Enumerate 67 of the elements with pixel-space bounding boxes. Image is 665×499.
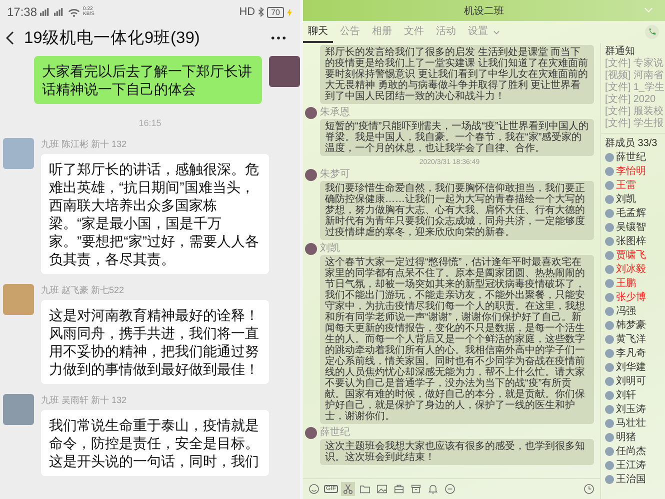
- chat-title: 19级机电一体化9班(39): [24, 28, 201, 49]
- image-icon[interactable]: [375, 482, 389, 496]
- minus-circle-icon[interactable]: [443, 482, 457, 496]
- member-name[interactable]: 明猪: [616, 430, 636, 444]
- avatar: [3, 138, 34, 169]
- sender-name: 朱梦可: [320, 169, 351, 180]
- sender-name: 薛世纪: [320, 427, 351, 438]
- window-title: 机设二班: [464, 4, 504, 18]
- scissors-icon[interactable]: [341, 482, 355, 496]
- avatar: [269, 56, 300, 87]
- more-icon[interactable]: [271, 36, 286, 40]
- bag-icon[interactable]: [392, 482, 406, 496]
- member-name[interactable]: 刘玉涛: [616, 402, 646, 416]
- avatar: [305, 169, 317, 181]
- sender-name: 刘凯: [320, 243, 341, 254]
- tab[interactable]: 聊天: [303, 21, 333, 43]
- message-bubble: 这次主题班会我想大家也应该有很多的感受，也学到很多知识。这次班会到此结束！: [320, 439, 594, 465]
- member-name[interactable]: 黄飞洋: [616, 332, 646, 346]
- sender-name: 九班 赵飞豪 新七522: [41, 284, 126, 297]
- message-bubble: 郑厅长的发言给我们了很多的启发 生活到处是课堂 而当下的疫情更是给我们上了一堂实建课 让我们知道了在灾难面前要时刻保持警惕意识 更让我们看到了中华儿女在灾难面前的大无畏精神 勇敢的与病毒做斗争并取得了胜利 更让世界看到了中国人民团结一致的决心和战斗力！: [320, 45, 594, 104]
- battery-level: 70: [267, 6, 284, 18]
- clock-icon[interactable]: [582, 482, 596, 496]
- message-time: 16:15: [138, 117, 162, 128]
- sender-name: 朱承恩: [320, 107, 351, 118]
- avatar: [305, 427, 317, 439]
- avatar: [305, 107, 317, 119]
- member-name[interactable]: 任尚杰: [616, 444, 646, 458]
- section-title: 群成员 33/3: [605, 137, 658, 150]
- message-bubble: 我们常说生命重于泰山，疫情就是命令，防控是责任，安全是目标。这是开头说的一句话，同时，我们: [41, 410, 269, 476]
- member-name[interactable]: 李凡奇: [616, 346, 646, 360]
- box-icon[interactable]: [409, 482, 423, 496]
- signal-icon: [40, 8, 52, 16]
- member-name[interactable]: 张图梓: [616, 234, 646, 248]
- signal-icon: [54, 8, 66, 16]
- message-bubble: 短暂的“疫情”只能吓到懦夫，一场战“疫”让世界看到中国人的脊梁。我是中国人，我自豪。一个春节，我在“家”感受家的温度，一个月的休息，也让我学会了自律、合作。: [320, 119, 594, 156]
- phone-icon[interactable]: [645, 25, 659, 39]
- member-name[interactable]: 韩梦豪: [616, 318, 646, 332]
- charging-icon: [287, 8, 292, 16]
- member-name[interactable]: 王江涛: [616, 458, 646, 472]
- member-name[interactable]: 吴镶智: [616, 220, 646, 234]
- avatar: [3, 394, 34, 425]
- member-name[interactable]: 刘明可: [616, 374, 646, 388]
- avatar: [305, 243, 317, 255]
- member-name[interactable]: 刘华建: [616, 360, 646, 374]
- sender-name: 九班 吴雨轩 新十 132: [41, 394, 128, 407]
- member-name[interactable]: 冯强: [616, 304, 636, 318]
- message-bubble: 听了郑厅长的讲话，感触很深。危难出英雄，“抗日期间”国难当头，西南联大培养出众多国家栋梁。“家是最小国，国是千万家。”要想把“家”过好，需要人人各负其责，各尽其责。: [41, 154, 269, 274]
- member-name[interactable]: 王治国: [616, 472, 646, 486]
- avatar: [3, 284, 34, 315]
- status-time: 17:38: [7, 5, 38, 19]
- message-bubble: 这是对河南教育精神最好的诠释！风雨同舟，携手共进，我们将一直用不妥协的精神，把我们能通过努力做到的事情做到最好做到最佳！: [41, 300, 269, 384]
- bell-icon[interactable]: [426, 482, 440, 496]
- member-name[interactable]: 刘轩: [616, 388, 636, 402]
- message-bubble: 这个春节大家一定过得“憋得慌”，估计逢年平时最喜欢宅在家里的同学都有点呆不住了。原本是阖家团圆、热热闹闹的节日气氛，却被一场突如其来的新型冠状病毒疫情破坏了，我们不能出门游玩，不能走亲访友，不能外出聚餐，只能安守家中，为抗击疫情尽我们每一个人的职责。在这里，我想和所有同学老师说一声“谢谢”，谢谢你们保护好了自己。新闻每天更新的疫情报告，变化的不只是数据，是每一个活生生的人。而每一个人背后又是一个个鲜活的家庭，这些数字的跳动牵动着我们所有人的心。我相信南外高中的学子们一定心系前线，情关家国。同时也有不少同学为奋战在疫情前线的人员焦灼忧心却深感无能为力，帮不上什么忙。请大家不要认为自己是普通学子，没办法为当下的战“疫”有所贡献。国家有难的时候，做好自己的本分，就是贡献。你们保护好自己，就是保护了身边的人，保护了一线的医生和护士，谢谢你们。: [320, 255, 594, 424]
- member-name[interactable]: 刘凯: [616, 192, 636, 206]
- section-title: 群通知: [605, 45, 636, 58]
- member-name[interactable]: 薛世纪: [616, 150, 646, 164]
- sender-name: 九班 陈江彬 新十 132: [41, 138, 128, 151]
- member-name[interactable]: 毛孟辉: [616, 206, 646, 220]
- bluetooth-icon: [258, 7, 264, 17]
- emoji-icon[interactable]: [307, 482, 321, 496]
- message-bubble: 我们要珍惜生命爱自然，我们要胸怀信仰敢担当，我们要正确防控保健康……让我们一起为大写的青春描绘一个大写的梦想，努力做胸有大志、心有大我、肩怀大任、行有大德的新时代有为青年只要我们众志成城，同舟共济，一定能够度过疫情肆虐的寒冬，迎来欣欣向荣的新春。: [320, 181, 594, 240]
- network-type: HD: [239, 6, 256, 18]
- message-bubble: 大家看完以后去了解一下郑厅长讲话精神说一下自己的体会: [34, 56, 262, 104]
- wifi-icon: [68, 8, 80, 16]
- back-icon[interactable]: [6, 31, 14, 45]
- member-name[interactable]: 马壮壮: [616, 416, 646, 430]
